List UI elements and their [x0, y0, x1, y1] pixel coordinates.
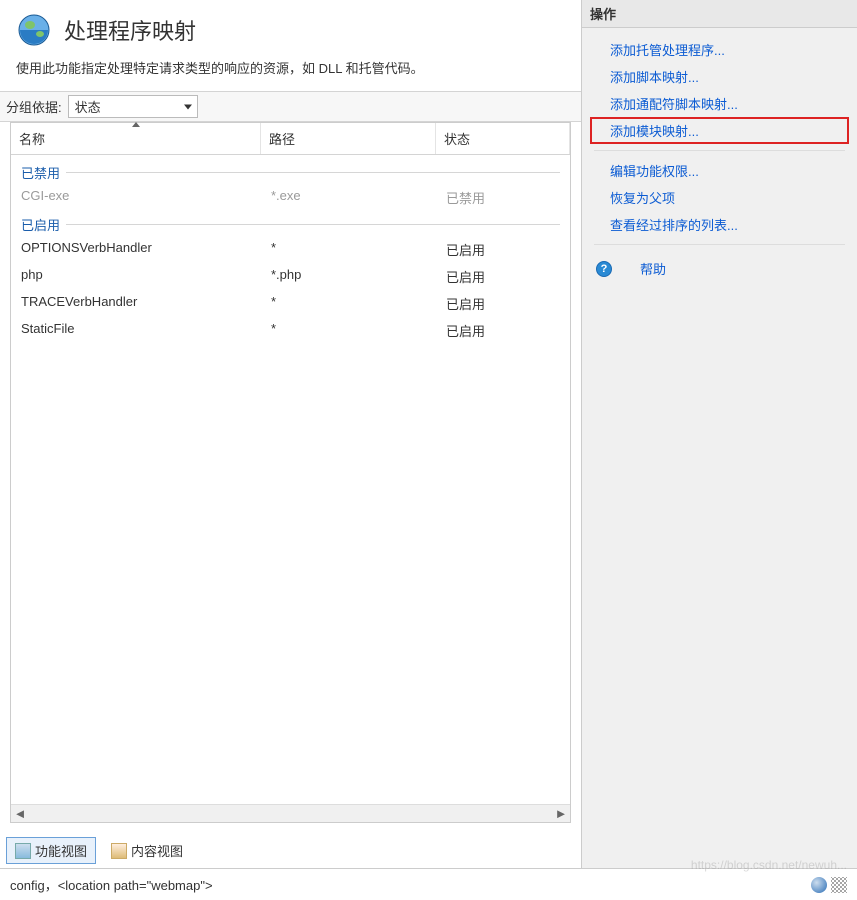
groupby-bar: 分组依据: 状态 [0, 91, 581, 122]
group-line [66, 224, 560, 225]
action-revert-parent[interactable]: 恢复为父项 [590, 184, 849, 211]
cell-state: 已禁用 [436, 188, 570, 207]
cell-state: 已启用 [436, 321, 570, 340]
group-header[interactable]: 已禁用 [11, 159, 570, 184]
status-right-icons [811, 877, 847, 893]
col-name[interactable]: 名称 [11, 123, 261, 154]
groupby-value: 状态 [75, 100, 101, 115]
help-link[interactable]: 帮助 [620, 255, 672, 282]
globe-icon [16, 12, 52, 48]
table-row[interactable]: TRACEVerbHandler*已启用 [11, 290, 570, 317]
page-title: 处理程序映射 [64, 14, 196, 46]
col-path[interactable]: 路径 [261, 123, 436, 154]
cell-path: *.php [261, 267, 436, 286]
table-row[interactable]: php*.php已启用 [11, 263, 570, 290]
col-state-label: 状态 [444, 132, 470, 147]
page-description: 使用此功能指定处理特定请求类型的响应的资源，如 DLL 和托管代码。 [0, 58, 581, 91]
action-add-module[interactable]: 添加模块映射... [590, 117, 849, 144]
group-line [66, 172, 560, 173]
group-label: 已禁用 [21, 163, 60, 182]
tab-content-view[interactable]: 内容视图 [102, 837, 192, 864]
cell-state: 已启用 [436, 267, 570, 286]
scroll-left-icon[interactable]: ◄ [13, 807, 27, 821]
watermark: https://blog.csdn.net/newuh... [691, 858, 847, 872]
cell-path: * [261, 240, 436, 259]
action-edit-perm[interactable]: 编辑功能权限... [590, 157, 849, 184]
col-state[interactable]: 状态 [436, 123, 570, 154]
cell-name: StaticFile [11, 321, 261, 340]
handler-table: 名称 路径 状态 已禁用CGI-exe*.exe已禁用已启用OPTIONSVer… [10, 122, 571, 823]
cell-path: *.exe [261, 188, 436, 207]
cell-path: * [261, 294, 436, 313]
action-add-script[interactable]: 添加脚本映射... [590, 63, 849, 90]
page-header: 处理程序映射 [0, 0, 581, 58]
features-view-icon [15, 843, 31, 859]
group-header[interactable]: 已启用 [11, 211, 570, 236]
table-body[interactable]: 已禁用CGI-exe*.exe已禁用已启用OPTIONSVerbHandler*… [11, 155, 570, 804]
cell-state: 已启用 [436, 240, 570, 259]
horizontal-scrollbar[interactable]: ◄ ► [11, 804, 570, 822]
content-view-icon [111, 843, 127, 859]
action-view-ordered[interactable]: 查看经过排序的列表... [590, 211, 849, 238]
actions-header: 操作 [582, 0, 857, 28]
scroll-right-icon[interactable]: ► [554, 807, 568, 821]
status-globe-icon [811, 877, 827, 893]
action-add-managed[interactable]: 添加托管处理程序... [590, 36, 849, 63]
view-tabs: 功能视图 内容视图 [0, 833, 581, 868]
help-row: ? 帮助 [590, 251, 849, 286]
tab-features-view[interactable]: 功能视图 [6, 837, 96, 864]
status-text: config，<location path="webmap"> [10, 875, 213, 894]
action-add-wildcard[interactable]: 添加通配符脚本映射... [590, 90, 849, 117]
cell-name: CGI-exe [11, 188, 261, 207]
tab-features-label: 功能视图 [35, 841, 87, 860]
table-header-row: 名称 路径 状态 [11, 123, 570, 155]
cell-path: * [261, 321, 436, 340]
help-icon: ? [596, 261, 612, 277]
col-name-label: 名称 [19, 132, 45, 147]
cell-name: OPTIONSVerbHandler [11, 240, 261, 259]
table-row[interactable]: CGI-exe*.exe已禁用 [11, 184, 570, 211]
groupby-select[interactable]: 状态 [68, 95, 198, 118]
tab-content-label: 内容视图 [131, 841, 183, 860]
resize-grip-icon[interactable] [831, 877, 847, 893]
status-bar: config，<location path="webmap"> [0, 868, 857, 900]
cell-state: 已启用 [436, 294, 570, 313]
content-pane: 处理程序映射 使用此功能指定处理特定请求类型的响应的资源，如 DLL 和托管代码… [0, 0, 582, 868]
groupby-label: 分组依据: [6, 97, 62, 116]
cell-name: TRACEVerbHandler [11, 294, 261, 313]
group-label: 已启用 [21, 215, 60, 234]
actions-pane: 操作 添加托管处理程序...添加脚本映射...添加通配符脚本映射...添加模块映… [582, 0, 857, 868]
table-row[interactable]: StaticFile*已启用 [11, 317, 570, 344]
actions-separator [594, 150, 845, 151]
actions-body: 添加托管处理程序...添加脚本映射...添加通配符脚本映射...添加模块映射..… [582, 28, 857, 294]
table-row[interactable]: OPTIONSVerbHandler*已启用 [11, 236, 570, 263]
sort-indicator-icon [132, 122, 140, 127]
cell-name: php [11, 267, 261, 286]
col-path-label: 路径 [269, 132, 295, 147]
actions-separator [594, 244, 845, 245]
